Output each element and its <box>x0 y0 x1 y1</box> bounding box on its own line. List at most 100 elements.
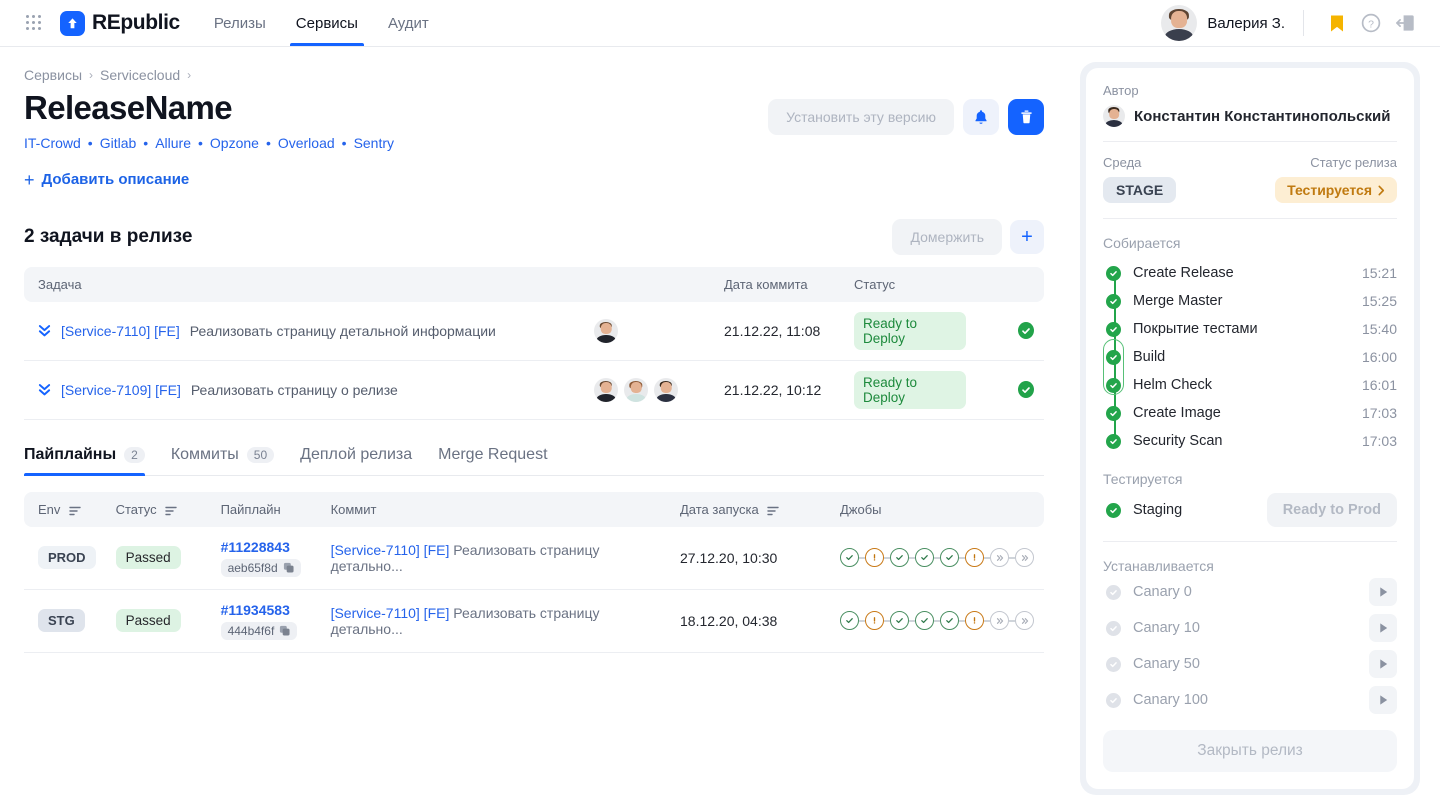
build-step[interactable]: Helm Check 16:01 <box>1103 371 1397 399</box>
job-skipped-icon[interactable] <box>990 611 1009 631</box>
add-description-button[interactable]: + Добавить описание <box>24 171 189 189</box>
env-block: Среда STAGE <box>1103 155 1250 203</box>
install-version-button[interactable]: Установить эту версию <box>768 99 954 135</box>
release-header: ReleaseName IT-Crowd • Gitlab • Allure • Op… <box>24 89 1044 191</box>
canary-play-button[interactable] <box>1369 614 1397 642</box>
content-tabs: Пайплайны 2 Коммиты 50 Деплой релиза Mer… <box>24 446 1044 476</box>
table-row[interactable]: STG Passed #11934583 444b4f6f [Service-7… <box>24 589 1044 653</box>
job-success-icon[interactable] <box>890 548 909 568</box>
tab-merge-request[interactable]: Merge Request <box>438 446 547 475</box>
tasks-table: Задача Дата коммита Статус [Service-7110… <box>24 266 1044 420</box>
divider <box>1303 10 1304 36</box>
up-arrow-icon <box>60 10 85 36</box>
job-warning-icon[interactable] <box>965 548 984 568</box>
delete-button[interactable] <box>1008 99 1044 135</box>
canary-play-button[interactable] <box>1369 686 1397 714</box>
service-link-overload[interactable]: Overload <box>278 135 335 151</box>
nav-item-audit[interactable]: Аудит <box>388 0 429 46</box>
job-success-icon[interactable] <box>890 611 909 631</box>
job-skipped-icon[interactable] <box>1015 548 1034 568</box>
service-links: IT-Crowd • Gitlab • Allure • Opzone • Overlo… <box>24 135 394 151</box>
service-link-sentry[interactable]: Sentry <box>354 135 394 151</box>
job-warning-icon[interactable] <box>865 611 884 631</box>
sort-icon[interactable] <box>767 506 780 516</box>
merge-button[interactable]: Домержить <box>892 218 1002 255</box>
logout-icon[interactable] <box>1388 6 1422 40</box>
copy-icon[interactable] <box>283 562 294 573</box>
build-step[interactable]: Create Release 15:21 <box>1103 259 1397 287</box>
job-warning-icon[interactable] <box>865 548 884 568</box>
build-step[interactable]: Create Image 17:03 <box>1103 399 1397 427</box>
add-task-button[interactable]: + <box>1010 219 1044 254</box>
canary-play-button[interactable] <box>1369 650 1397 678</box>
canary-row: Canary 0 <box>1103 574 1397 610</box>
check-circle-icon <box>1106 349 1121 365</box>
job-success-icon[interactable] <box>840 611 859 631</box>
chevron-double-down-icon[interactable] <box>38 382 51 398</box>
task-key[interactable]: [Service-7110] [FE] <box>61 323 180 339</box>
tasks-actions: Домержить + <box>892 218 1044 255</box>
task-key[interactable]: [Service-7109] [FE] <box>61 382 181 398</box>
build-step[interactable]: Security Scan 17:03 <box>1103 427 1397 455</box>
sort-icon[interactable] <box>69 506 81 516</box>
build-step[interactable]: Build 16:00 <box>1103 343 1397 371</box>
testing-section-label: Тестируется <box>1103 471 1183 487</box>
pipeline-link[interactable]: #11934583 <box>221 602 311 618</box>
release-status-badge[interactable]: Тестируется <box>1275 177 1397 203</box>
bookmark-icon[interactable] <box>1320 6 1354 40</box>
grid-icon[interactable] <box>26 15 42 31</box>
user-menu[interactable]: Валерия З. <box>1161 5 1303 41</box>
job-success-icon[interactable] <box>940 611 959 631</box>
pipeline-status-cell: Passed <box>105 589 211 653</box>
tab-label: Деплой релиза <box>300 445 413 463</box>
pipeline-commit-cell: [Service-7110] [FE] Реализовать страницу… <box>320 589 670 653</box>
bell-button[interactable] <box>963 99 999 135</box>
commit-key[interactable]: [Service-7110] [FE] <box>331 605 450 621</box>
job-success-icon[interactable] <box>915 611 934 631</box>
job-warning-icon[interactable] <box>965 611 984 631</box>
commit-hash[interactable]: 444b4f6f <box>220 621 298 640</box>
nav-item-services[interactable]: Сервисы <box>289 0 365 46</box>
commit-key[interactable]: [Service-7110] [FE] <box>331 542 450 558</box>
build-step[interactable]: Покрытие тестами 15:40 <box>1103 315 1397 343</box>
build-step-name: Покрытие тестами <box>1133 321 1258 337</box>
service-link-opzone[interactable]: Opzone <box>210 135 259 151</box>
breadcrumb-item-services[interactable]: Сервисы <box>24 67 82 83</box>
tasks-heading: 2 задачи в релизе <box>24 225 193 247</box>
divider <box>1103 541 1397 542</box>
table-row[interactable]: [Service-7109] [FE] Реализовать страницу… <box>24 360 1044 420</box>
pipeline-link[interactable]: #11228843 <box>221 539 311 555</box>
task-cell: [Service-7110] [FE] Реализовать страницу… <box>24 301 584 361</box>
build-step-name: Helm Check <box>1133 377 1212 393</box>
table-row[interactable]: [Service-7110] [FE] Реализовать страницу… <box>24 301 1044 361</box>
task-name: Реализовать страницу детальной информаци… <box>189 322 496 339</box>
sort-icon[interactable] <box>165 506 177 516</box>
tab-release-deploy[interactable]: Деплой релиза <box>300 446 412 475</box>
tab-pipelines[interactable]: Пайплайны 2 <box>24 446 145 476</box>
service-link-allure[interactable]: Allure <box>155 135 191 151</box>
build-step[interactable]: Merge Master 15:25 <box>1103 287 1397 315</box>
job-skipped-icon[interactable] <box>990 548 1009 568</box>
job-success-icon[interactable] <box>915 548 934 568</box>
close-release-button[interactable]: Закрыть релиз <box>1103 730 1397 772</box>
nav-item-releases[interactable]: Релизы <box>214 0 266 46</box>
breadcrumb-item-servicecloud[interactable]: Servicecloud <box>100 67 180 83</box>
installing-section-label: Устанавливается <box>1103 558 1214 574</box>
service-link-it-crowd[interactable]: IT-Crowd <box>24 135 81 151</box>
check-circle-icon <box>1106 405 1121 421</box>
copy-icon[interactable] <box>279 625 290 636</box>
job-success-icon[interactable] <box>840 548 859 568</box>
job-skipped-icon[interactable] <box>1015 611 1034 631</box>
help-icon[interactable]: ? <box>1354 6 1388 40</box>
task-status-cell: Ready to Deploy <box>844 301 1044 361</box>
job-success-icon[interactable] <box>940 548 959 568</box>
table-row[interactable]: PROD Passed #11228843 aeb65f8d [Service-… <box>24 526 1044 590</box>
canary-play-button[interactable] <box>1369 578 1397 606</box>
play-icon <box>1379 695 1387 705</box>
commit-hash[interactable]: aeb65f8d <box>220 558 301 577</box>
brand-logo[interactable]: REpublic <box>60 10 180 36</box>
chevron-double-down-icon[interactable] <box>38 323 51 339</box>
ready-to-prod-button[interactable]: Ready to Prod <box>1266 493 1397 527</box>
service-link-gitlab[interactable]: Gitlab <box>100 135 137 151</box>
tab-commits[interactable]: Коммиты 50 <box>171 446 275 475</box>
